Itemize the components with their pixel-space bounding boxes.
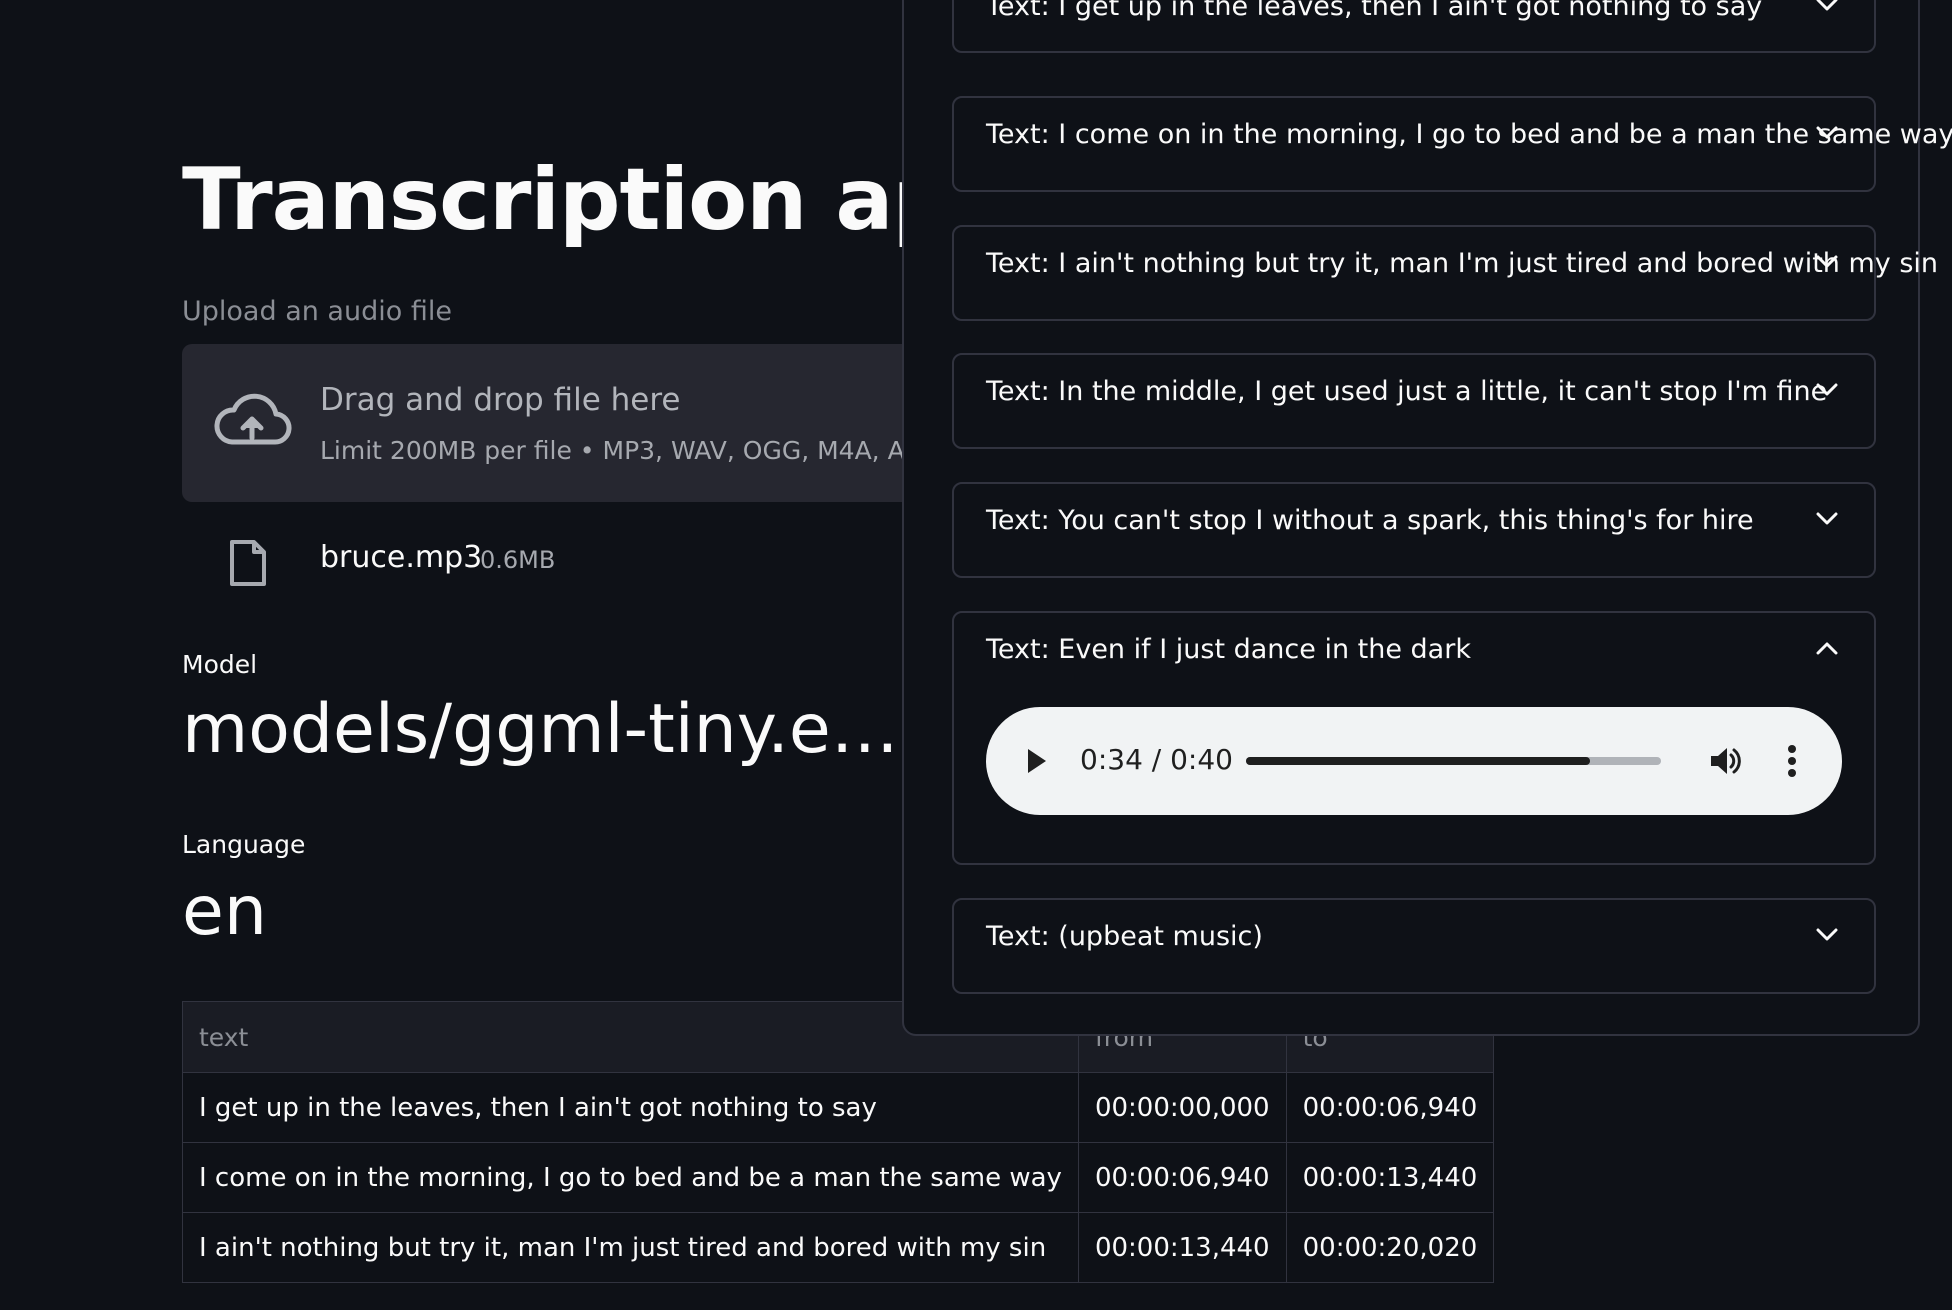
table-cell-to[interactable]: 00:00:13,440 bbox=[1285, 1142, 1495, 1213]
table-cell-from[interactable]: 00:00:13,440 bbox=[1077, 1212, 1287, 1283]
table-row: I come on in the morning, I go to bed an… bbox=[182, 1142, 1495, 1213]
expander-segment-4[interactable]: Text: In the middle, I get used just a l… bbox=[952, 353, 1876, 449]
chevron-down-icon bbox=[1816, 928, 1838, 941]
table-row: I ain't nothing but try it, man I'm just… bbox=[182, 1212, 1495, 1283]
dropzone-subtitle: Limit 200MB per file • MP3, WAV, OGG, M4… bbox=[320, 436, 940, 465]
table-cell-to[interactable]: 00:00:06,940 bbox=[1285, 1072, 1495, 1143]
cloud-upload-icon bbox=[214, 393, 292, 445]
table-cell-text[interactable]: I come on in the morning, I go to bed an… bbox=[182, 1142, 1079, 1213]
model-value: models/ggml-tiny.e… bbox=[182, 690, 899, 769]
expander-label: Text: You can't stop I without a spark, … bbox=[986, 505, 1754, 536]
chevron-down-icon bbox=[1816, 512, 1838, 525]
page-title: Transcription app bbox=[182, 150, 1014, 250]
chevron-down-icon bbox=[1816, 126, 1838, 139]
table-cell-text[interactable]: I get up in the leaves, then I ain't got… bbox=[182, 1072, 1079, 1143]
audio-time: 0:34 / 0:40 bbox=[1080, 743, 1233, 776]
expander-label: Text: I ain't nothing but try it, man I'… bbox=[986, 248, 1939, 279]
model-label: Model bbox=[182, 650, 258, 679]
expander-segment-1[interactable]: Text: I get up in the leaves, then I ain… bbox=[952, 0, 1876, 53]
chevron-down-icon bbox=[1816, 383, 1838, 396]
more-vertical-icon[interactable] bbox=[1786, 743, 1798, 779]
audio-player: 0:34 / 0:40 bbox=[986, 707, 1842, 815]
transcript-panel: Text: I get up in the leaves, then I ain… bbox=[902, 0, 1952, 1036]
expander-label: Text: I get up in the leaves, then I ain… bbox=[986, 0, 1763, 22]
expander-label: Text: I come on in the morning, I go to … bbox=[986, 119, 1952, 150]
table-cell-to[interactable]: 00:00:20,020 bbox=[1285, 1212, 1495, 1283]
expander-segment-6[interactable]: Text: Even if I just dance in the dark 0… bbox=[952, 611, 1876, 865]
file-icon bbox=[230, 540, 266, 586]
play-icon[interactable] bbox=[1026, 747, 1048, 775]
uploaded-file: bruce.mp3 0.6MB bbox=[182, 530, 882, 594]
table-cell-from[interactable]: 00:00:06,940 bbox=[1077, 1142, 1287, 1213]
expander-segment-2[interactable]: Text: I come on in the morning, I go to … bbox=[952, 96, 1952, 192]
language-value: en bbox=[182, 872, 267, 951]
chevron-down-icon bbox=[1816, 255, 1838, 268]
table-cell-text[interactable]: I ain't nothing but try it, man I'm just… bbox=[182, 1212, 1079, 1283]
audio-progress-bar[interactable] bbox=[1246, 757, 1661, 765]
table-row: I get up in the leaves, then I ain't got… bbox=[182, 1072, 1495, 1143]
volume-icon[interactable] bbox=[1708, 743, 1744, 779]
file-size: 0.6MB bbox=[480, 546, 556, 574]
table-cell-from[interactable]: 00:00:00,000 bbox=[1077, 1072, 1287, 1143]
file-name: bruce.mp3 bbox=[320, 540, 483, 575]
expander-segment-3[interactable]: Text: I ain't nothing but try it, man I'… bbox=[952, 225, 1938, 321]
chevron-down-icon bbox=[1816, 0, 1838, 11]
expander-label: Text: Even if I just dance in the dark bbox=[986, 634, 1471, 665]
expander-label: Text: In the middle, I get used just a l… bbox=[986, 376, 1828, 407]
chevron-up-icon bbox=[1816, 642, 1838, 655]
expander-segment-7[interactable]: Text: (upbeat music) bbox=[952, 898, 1876, 994]
expander-label: Text: (upbeat music) bbox=[986, 921, 1263, 952]
expander-segment-5[interactable]: Text: You can't stop I without a spark, … bbox=[952, 482, 1876, 578]
file-dropzone[interactable]: Drag and drop file here Limit 200MB per … bbox=[182, 344, 962, 502]
transcript-table: text from to I get up in the leaves, the… bbox=[182, 1001, 1495, 1283]
upload-label: Upload an audio file bbox=[182, 296, 452, 327]
language-label: Language bbox=[182, 830, 306, 859]
dropzone-title: Drag and drop file here bbox=[320, 382, 681, 418]
audio-progress-fill bbox=[1246, 757, 1591, 765]
